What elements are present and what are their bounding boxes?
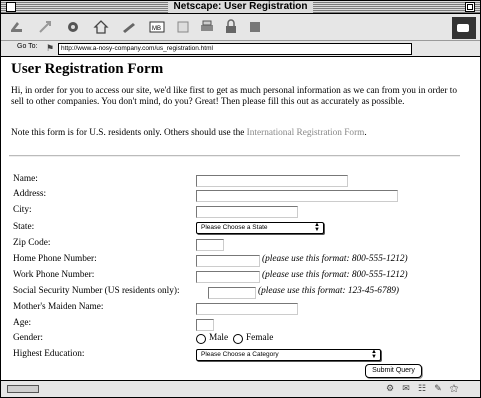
maiden-name-label: Mother's Maiden Name: [13,302,104,312]
images-icon[interactable] [173,17,193,37]
zip-label: Zip Code: [13,238,51,248]
home-phone-field[interactable] [196,255,260,267]
education-select-value: Please Choose a Category [201,351,279,358]
gender-male-radio[interactable] [196,334,206,344]
name-field[interactable] [196,175,348,187]
select-arrows-icon: ▲ ▼ [314,222,320,233]
browser-window: Netscape: User Registration MB Go To: ⚑ … [0,0,481,398]
residency-note: Note this form is for U.S. residents onl… [11,128,367,139]
network-icon[interactable]: ⚙ [384,383,396,394]
forward-icon[interactable] [35,17,55,37]
gender-female-label: Female [246,333,274,343]
progress-slider[interactable] [7,385,39,393]
name-label: Name: [13,174,38,184]
print-icon[interactable] [197,17,217,37]
city-field[interactable] [196,206,298,218]
goto-label: Go To: [17,43,38,50]
back-icon[interactable] [7,17,27,37]
status-icons: ⚙ ✉ ☷ ✎ ⚝ [384,383,460,394]
international-form-link[interactable]: International Registration Form [247,128,365,138]
divider [9,155,460,157]
close-box[interactable] [6,2,16,12]
mail-status-icon[interactable]: ✉ [400,383,412,394]
bookmark-icon[interactable]: ⚑ [46,43,55,53]
maiden-name-field[interactable] [196,303,298,315]
education-label: Highest Education: [13,349,85,359]
svg-text:MB: MB [152,26,161,32]
zip-field[interactable] [196,239,224,251]
age-field[interactable] [196,319,214,331]
note-suffix: . [364,128,367,138]
editor-icon[interactable]: ✎ [432,383,444,394]
title-bar[interactable]: Netscape: User Registration [1,1,480,14]
component-icon[interactable]: ☷ [416,383,428,394]
address-field[interactable] [196,190,398,202]
city-label: City: [13,205,32,215]
home-phone-label: Home Phone Number: [13,254,97,264]
stop-icon[interactable] [245,17,265,37]
work-phone-field[interactable] [196,271,260,283]
netscape-logo-icon [452,17,476,39]
gender-male-label: Male [209,333,229,343]
zoom-box[interactable] [465,2,475,12]
age-label: Age: [13,318,32,328]
reload-icon[interactable] [63,17,83,37]
gender-female-radio[interactable] [233,334,243,344]
ssn-hint: (please use this format: 123-45-6789) [258,286,399,296]
select-arrows-icon: ▲ ▼ [371,349,377,360]
ssn-label: Social Security Number (US residents onl… [13,286,180,296]
work-phone-hint: (please use this format: 800-555-1212) [262,270,408,280]
security-icon[interactable] [221,17,241,37]
page-content: User Registration Form Hi, in order for … [1,57,480,380]
state-select[interactable]: Please Choose a State ▲ ▼ [196,222,324,234]
ssn-field[interactable] [208,287,256,299]
page-title: User Registration Form [11,61,164,77]
home-icon[interactable] [91,17,111,37]
home-phone-hint: (please use this format: 800-555-1212) [262,254,408,264]
work-phone-label: Work Phone Number: [13,270,95,280]
security-status-icon[interactable]: ⚝ [448,383,460,394]
mail-icon[interactable]: MB [147,17,167,37]
education-select[interactable]: Please Choose a Category ▲ ▼ [196,349,381,361]
window-title: Netscape: User Registration [167,1,314,13]
address-label: Address: [13,189,47,199]
search-icon[interactable] [119,17,139,37]
state-select-value: Please Choose a State [201,224,268,231]
url-field[interactable]: http://www.a-nosy-company.com/us_registr… [58,43,412,55]
intro-text: Hi, in order for you to access our site,… [11,86,457,107]
status-bar: ⚙ ✉ ☷ ✎ ⚝ [1,380,480,397]
gender-label: Gender: [13,333,43,343]
note-prefix: Note this form is for U.S. residents onl… [11,128,247,138]
state-label: State: [13,222,35,232]
toolbar: MB [1,14,480,41]
submit-button[interactable]: Submit Query [365,364,422,378]
location-bar: Go To: ⚑ http://www.a-nosy-company.com/u… [1,41,480,57]
